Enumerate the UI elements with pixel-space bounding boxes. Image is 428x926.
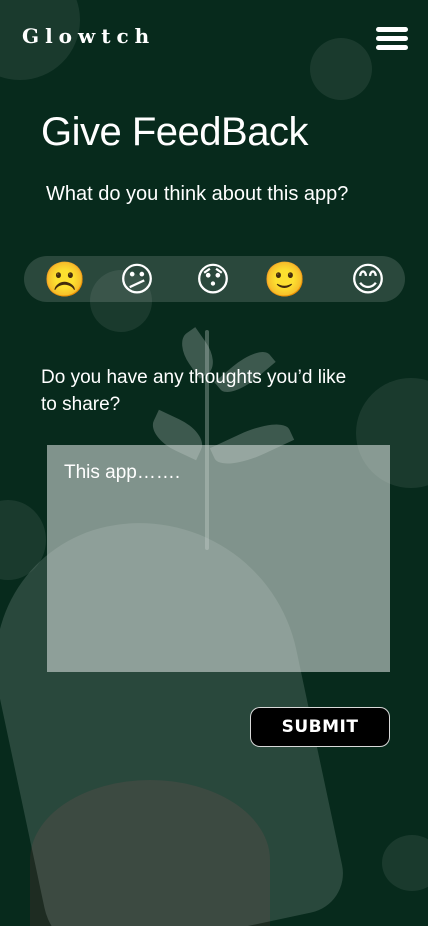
menu-line	[376, 27, 408, 32]
page-title: Give FeedBack	[41, 110, 308, 154]
feedback-textarea[interactable]	[47, 445, 390, 672]
rating-question: What do you think about this app?	[46, 183, 349, 205]
happy-face-icon[interactable]: 😊	[346, 260, 390, 300]
feedback-prompt: Do you have any thoughts you’d like to s…	[41, 367, 347, 415]
slight-smile-face-icon[interactable]: 🙂	[263, 260, 307, 300]
decor-circle	[382, 835, 428, 891]
decor-circle	[310, 38, 372, 100]
confused-face-icon[interactable]: 😕	[115, 260, 159, 300]
brand-logo: Glowtch	[22, 24, 156, 48]
menu-line	[376, 36, 408, 41]
menu-line	[376, 45, 408, 50]
sad-face-icon[interactable]: ☹️	[43, 260, 87, 300]
hamburger-menu-icon[interactable]	[376, 27, 410, 53]
surprised-face-icon[interactable]: 😯	[191, 260, 235, 300]
emoji-rating-bar: ☹️ 😕 😯 🙂 😊	[24, 256, 405, 302]
submit-button[interactable]: SUBMIT	[250, 707, 390, 747]
